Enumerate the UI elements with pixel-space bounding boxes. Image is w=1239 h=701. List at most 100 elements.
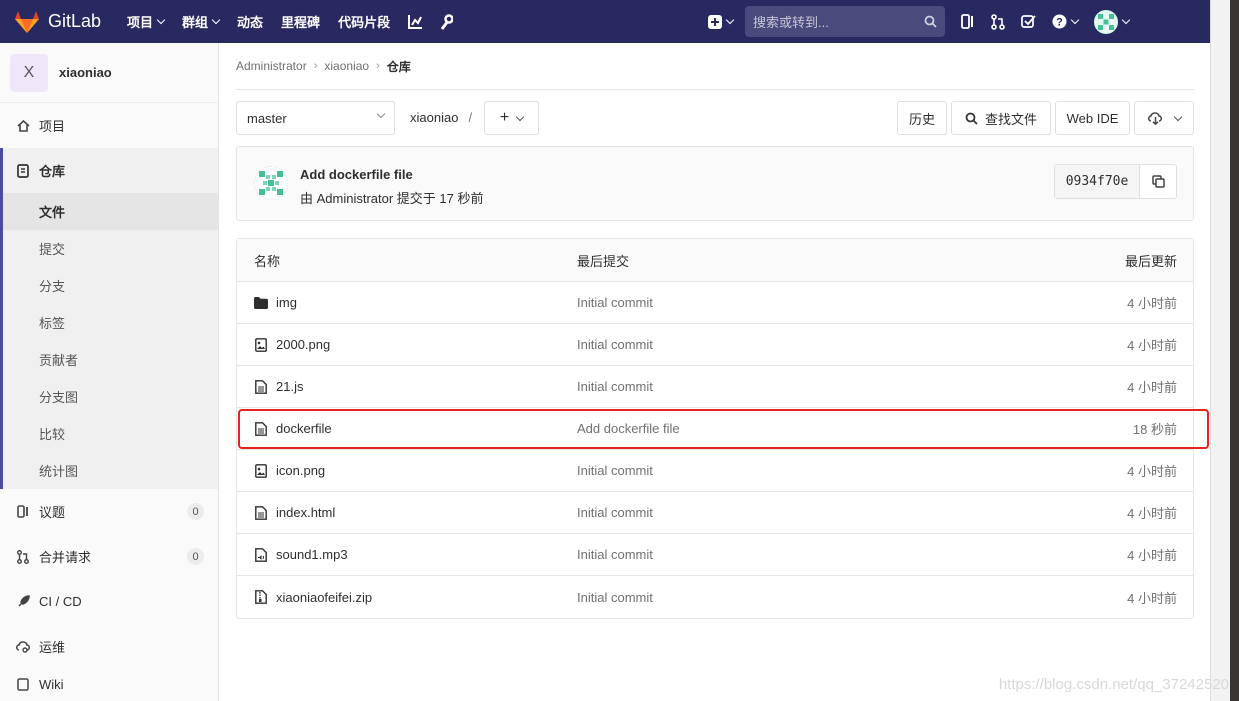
file-name-cell: 2000.png bbox=[237, 337, 577, 352]
committer-avatar[interactable] bbox=[254, 166, 288, 200]
branch-selector[interactable]: master bbox=[236, 101, 395, 135]
chevron-down-icon bbox=[1070, 15, 1080, 25]
sidebar-item-label: 合并请求 bbox=[39, 550, 92, 565]
nav-menu: 项目 群组 动态 里程碑 代码片段 bbox=[127, 12, 469, 31]
file-commit-link[interactable]: Initial commit bbox=[577, 590, 993, 605]
file-updated-time: 4 小时前 bbox=[1127, 380, 1177, 395]
wrench-icon[interactable] bbox=[439, 13, 454, 30]
todo-check-icon[interactable] bbox=[1021, 14, 1036, 29]
sidebar-sub-commits[interactable]: 提交 bbox=[3, 230, 218, 267]
file-commit-link[interactable]: Initial commit bbox=[577, 547, 993, 562]
help-question-icon[interactable]: ? bbox=[1052, 14, 1080, 29]
search-icon bbox=[965, 112, 978, 125]
sidebar-sub-compare[interactable]: 比较 bbox=[3, 415, 218, 452]
sidebar-item-repository[interactable]: 仓库 bbox=[0, 148, 218, 193]
table-row[interactable]: 2000.png Initial commit 4 小时前 bbox=[237, 324, 1193, 366]
file-name-link[interactable]: icon.png bbox=[276, 463, 325, 478]
file-commit-link[interactable]: Initial commit bbox=[577, 505, 993, 520]
nav-groups[interactable]: 群组 bbox=[182, 12, 221, 31]
file-name-link[interactable]: xiaoniaofeifei.zip bbox=[276, 590, 372, 605]
breadcrumb: Administrator › xiaoniao › 仓库 bbox=[236, 43, 1194, 90]
merge-request-icon[interactable] bbox=[991, 13, 1005, 30]
sidebar-sub-contributors[interactable]: 贡献者 bbox=[3, 341, 218, 378]
chevron-down-icon bbox=[156, 15, 166, 25]
nav-right: 搜索或转到... ? bbox=[708, 0, 1145, 43]
table-row[interactable]: icon.png Initial commit 4 小时前 bbox=[237, 450, 1193, 492]
download-icon bbox=[1147, 111, 1162, 125]
search-input[interactable]: 搜索或转到... bbox=[745, 6, 945, 37]
sidebar-item-label: 议题 bbox=[39, 505, 66, 520]
sidebar-item-operations[interactable]: 运维 bbox=[0, 624, 218, 669]
chevron-down-icon bbox=[1173, 112, 1182, 121]
file-updated-time: 4 小时前 bbox=[1127, 506, 1177, 521]
chevron-down-icon bbox=[211, 15, 221, 25]
file-name-cell: index.html bbox=[237, 505, 577, 520]
user-avatar bbox=[1094, 9, 1118, 34]
svg-text:?: ? bbox=[1056, 17, 1063, 29]
sidebar-item-project[interactable]: 项目 bbox=[0, 103, 218, 148]
sidebar-item-label: Wiki bbox=[39, 676, 64, 692]
nav-activity[interactable]: 动态 bbox=[237, 12, 263, 31]
breadcrumb-owner[interactable]: Administrator bbox=[236, 59, 307, 73]
table-row[interactable]: sound1.mp3 Initial commit 4 小时前 bbox=[237, 534, 1193, 576]
path-root[interactable]: xiaoniao bbox=[410, 110, 458, 125]
merge-request-icon bbox=[15, 549, 31, 564]
gitlab-logo[interactable]: GitLab bbox=[14, 10, 114, 34]
table-row[interactable]: xiaoniaofeifei.zip Initial commit 4 小时前 bbox=[237, 576, 1193, 618]
nav-snippets[interactable]: 代码片段 bbox=[338, 12, 390, 31]
file-name-link[interactable]: 21.js bbox=[276, 379, 303, 394]
archive-file-icon bbox=[254, 590, 268, 604]
sidebar-item-merge-requests[interactable]: 合并请求 0 bbox=[0, 534, 218, 579]
file-commit-link[interactable]: Initial commit bbox=[577, 379, 993, 394]
copy-sha-button[interactable] bbox=[1140, 165, 1176, 198]
file-name-cell: img bbox=[237, 295, 577, 310]
file-name-link[interactable]: sound1.mp3 bbox=[276, 547, 348, 562]
chevron-right-icon: › bbox=[313, 60, 318, 72]
breadcrumb-current[interactable]: 仓库 bbox=[387, 58, 411, 75]
header-name: 名称 bbox=[254, 253, 281, 269]
file-icon bbox=[254, 505, 268, 520]
nav-milestones[interactable]: 里程碑 bbox=[281, 12, 320, 31]
commit-meta: 由 Administrator 提交于 17 秒前 bbox=[300, 191, 484, 206]
commit-sha[interactable]: 0934f70e bbox=[1055, 165, 1140, 198]
file-commit-link[interactable]: Initial commit bbox=[577, 337, 993, 352]
chevron-right-icon: › bbox=[376, 60, 380, 72]
sidebar-sub-files[interactable]: 文件 bbox=[3, 193, 218, 230]
sidebar-item-issues[interactable]: 议题 0 bbox=[0, 489, 218, 534]
add-file-dropdown[interactable]: + bbox=[484, 101, 539, 135]
history-button[interactable]: 历史 bbox=[897, 101, 947, 135]
nav-projects[interactable]: 项目 bbox=[127, 12, 166, 31]
file-updated-time: 4 小时前 bbox=[1127, 296, 1177, 311]
file-name-link[interactable]: 2000.png bbox=[276, 337, 330, 352]
brand-name: GitLab bbox=[48, 11, 102, 31]
file-name-link[interactable]: index.html bbox=[276, 505, 335, 520]
clone-download-button[interactable] bbox=[1134, 101, 1194, 135]
find-file-button[interactable]: 查找文件 bbox=[951, 101, 1051, 135]
chevron-down-icon bbox=[376, 109, 386, 119]
file-commit-link[interactable]: Initial commit bbox=[577, 463, 993, 478]
book-icon bbox=[15, 677, 31, 691]
sidebar-sub-tags[interactable]: 标签 bbox=[3, 304, 218, 341]
sidebar-sub-graph[interactable]: 分支图 bbox=[3, 378, 218, 415]
new-plus-icon[interactable] bbox=[708, 14, 735, 29]
user-avatar-menu[interactable] bbox=[1094, 9, 1131, 34]
file-name-cell: icon.png bbox=[237, 463, 577, 478]
project-header[interactable]: X xiaoniao bbox=[0, 43, 218, 103]
issues-icon[interactable] bbox=[961, 14, 975, 29]
table-row[interactable]: img Initial commit 4 小时前 bbox=[237, 282, 1193, 324]
project-avatar: X bbox=[10, 53, 48, 92]
breadcrumb-project[interactable]: xiaoniao bbox=[324, 59, 369, 73]
web-ide-button[interactable]: Web IDE bbox=[1055, 101, 1130, 135]
file-icon bbox=[254, 379, 268, 394]
file-name-link[interactable]: img bbox=[276, 295, 297, 310]
commit-title[interactable]: Add dockerfile file bbox=[300, 167, 413, 182]
chart-icon[interactable] bbox=[408, 14, 423, 29]
sidebar-sub-charts[interactable]: 统计图 bbox=[3, 452, 218, 489]
table-row[interactable]: 21.js Initial commit 4 小时前 bbox=[237, 366, 1193, 408]
sidebar-item-wiki[interactable]: Wiki bbox=[0, 669, 218, 699]
sidebar-item-cicd[interactable]: CI / CD bbox=[0, 579, 218, 624]
sidebar-sub-branches[interactable]: 分支 bbox=[3, 267, 218, 304]
file-commit-link[interactable]: Initial commit bbox=[577, 295, 993, 310]
sidebar-item-label: 仓库 bbox=[39, 164, 66, 179]
table-row[interactable]: index.html Initial commit 4 小时前 bbox=[237, 492, 1193, 534]
